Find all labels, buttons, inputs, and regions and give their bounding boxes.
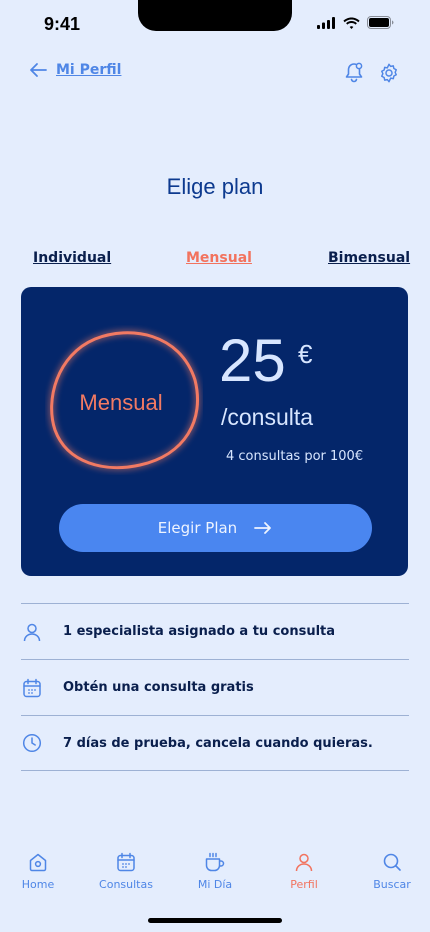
device-notch xyxy=(138,0,292,31)
list-item: 1 especialista asignado a tu consulta xyxy=(21,603,409,659)
user-icon xyxy=(295,853,313,872)
bottom-nav: Home Consultas Mi Día Perfil Buscar xyxy=(0,852,430,902)
signal-icon xyxy=(317,16,335,29)
plan-unit: /consulta xyxy=(221,404,314,430)
nav-consultas[interactable]: Consultas xyxy=(86,852,166,891)
search-icon xyxy=(383,853,401,871)
plan-features: 1 especialista asignado a tu consulta Ob… xyxy=(21,603,409,771)
tab-mensual[interactable]: Mensual xyxy=(186,250,252,266)
nav-label: Home xyxy=(21,878,55,891)
list-item: 7 días de prueba, cancela cuando quieras… xyxy=(21,715,409,771)
plan-name: Mensual xyxy=(79,390,163,415)
cup-icon xyxy=(205,852,225,872)
top-nav: Mi Perfil xyxy=(0,60,430,90)
calendar-icon xyxy=(117,852,135,872)
status-icons xyxy=(317,16,394,29)
home-icon xyxy=(29,853,47,872)
page-title: Elige plan xyxy=(166,174,264,199)
plan-currency: € xyxy=(298,339,313,369)
status-time: 9:41 xyxy=(44,14,81,34)
nav-label: Perfil xyxy=(290,878,318,891)
feature-text: Obtén una consulta gratis xyxy=(63,680,254,695)
feature-text: 1 especialista asignado a tu consulta xyxy=(63,624,336,639)
plan-detail: 4 consultas por 100€ xyxy=(226,449,364,464)
choose-plan-label: Elegir Plan xyxy=(157,519,238,537)
nav-label: Buscar xyxy=(373,878,411,891)
nav-label: Mi Día xyxy=(197,878,233,891)
home-indicator xyxy=(148,918,282,923)
calendar-icon xyxy=(21,677,43,699)
tab-individual[interactable]: Individual xyxy=(33,250,111,266)
arrow-right-icon xyxy=(254,522,272,534)
back-button[interactable]: Mi Perfil xyxy=(28,62,121,78)
nav-home[interactable]: Home xyxy=(0,852,78,891)
plan-card: Mensual 25 € /consulta 4 consultas por 1… xyxy=(21,287,408,576)
plan-price: 25 xyxy=(219,327,286,394)
nav-buscar[interactable]: Buscar xyxy=(352,852,430,891)
choose-plan-button[interactable]: Elegir Plan xyxy=(59,504,372,552)
list-item: Obtén una consulta gratis xyxy=(21,659,409,715)
bell-icon[interactable] xyxy=(344,62,364,84)
nav-perfil[interactable]: Perfil xyxy=(264,852,344,891)
clock-icon xyxy=(21,732,43,754)
arrow-left-icon xyxy=(30,63,47,77)
user-icon xyxy=(21,621,43,643)
feature-text: 7 días de prueba, cancela cuando quieras… xyxy=(63,735,373,751)
wifi-icon xyxy=(343,17,360,29)
status-bar: 9:41 xyxy=(0,0,430,50)
gear-icon[interactable] xyxy=(378,62,400,84)
header-actions xyxy=(344,62,400,84)
nav-label: Consultas xyxy=(99,878,153,891)
back-label: Mi Perfil xyxy=(56,62,122,78)
tab-bimensual[interactable]: Bimensual xyxy=(328,250,410,266)
battery-icon xyxy=(367,16,394,29)
nav-mi-dia[interactable]: Mi Día xyxy=(175,852,255,891)
plan-tabs: Individual Mensual Bimensual xyxy=(0,250,430,272)
